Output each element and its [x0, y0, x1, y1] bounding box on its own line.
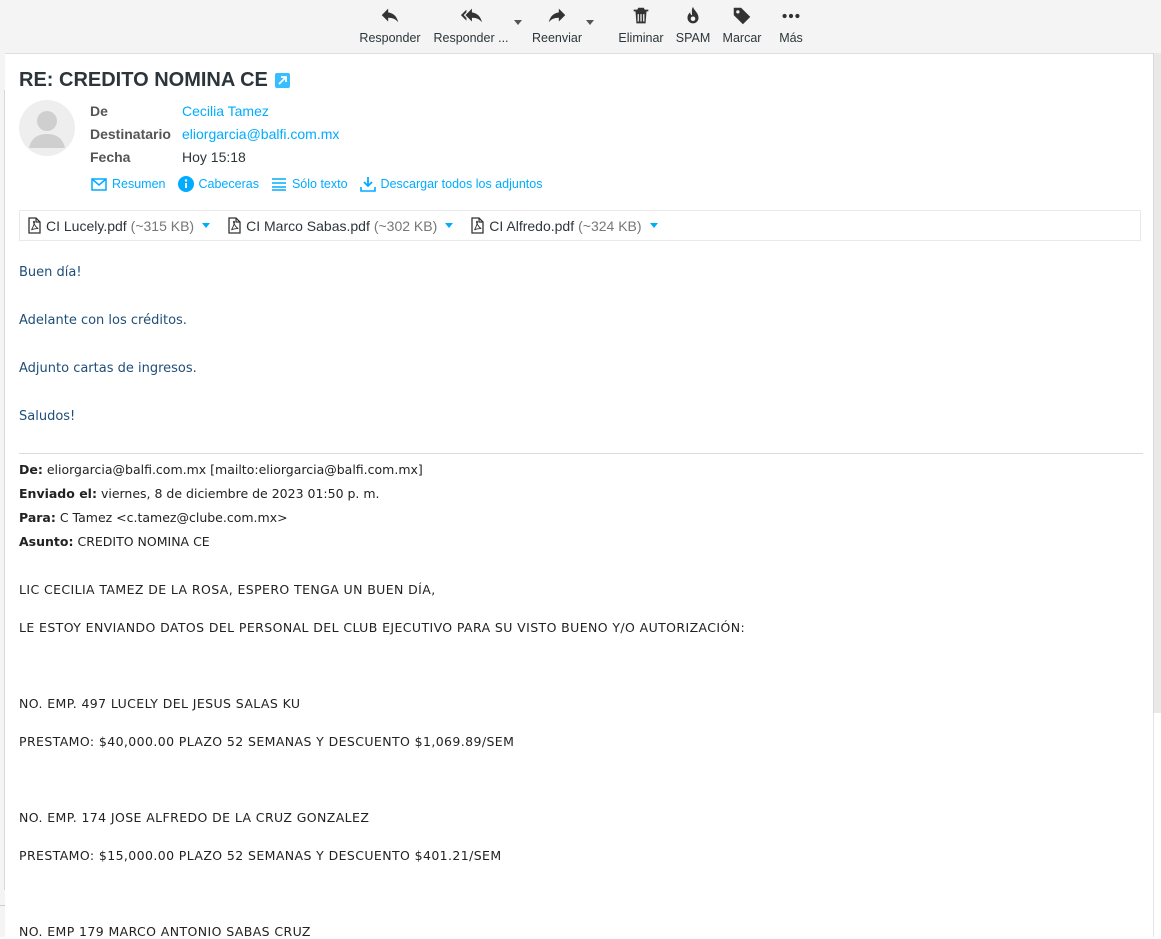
pdf-file-icon: [471, 217, 484, 234]
headers-link[interactable]: Cabeceras: [177, 176, 259, 192]
quoted-from: De: eliorgarcia@balfi.com.mx [mailto:eli…: [19, 462, 423, 477]
quoted-to: Para: C Tamez <c.tamez@clube.com.mx>: [19, 510, 288, 525]
plain-text-label: Sólo texto: [291, 177, 348, 191]
attachments-bar: CI Lucely.pdf (~315 KB) CI Marco Sabas.p…: [19, 210, 1141, 241]
attachment-item[interactable]: CI Alfredo.pdf (~324 KB): [471, 217, 658, 234]
reply-icon: [381, 8, 399, 23]
loan-line: PRESTAMO: $40,000.00 PLAZO 52 SEMANAS Y …: [19, 734, 515, 749]
summary-link[interactable]: Resumen: [91, 177, 166, 191]
trash-icon: [633, 7, 649, 24]
quoted-sent-value: viernes, 8 de diciembre de 2023 01:50 p.…: [100, 486, 380, 501]
quoted-subject-value: CREDITO NOMINA CE: [77, 534, 210, 549]
attachment-name: CI Alfredo.pdf: [489, 217, 575, 234]
to-label: Destinatario: [90, 126, 171, 142]
plain-text-link[interactable]: Sólo texto: [271, 177, 348, 191]
spam-label: SPAM: [675, 31, 711, 45]
loan-line: PRESTAMO: $15,000.00 PLAZO 52 SEMANAS Y …: [19, 848, 502, 863]
pdf-file-icon: [28, 217, 41, 234]
date-value: Hoy 15:18: [182, 149, 246, 165]
body-line: Adelante con los créditos.: [19, 313, 187, 328]
employee-line: NO. EMP. 174 JOSE ALFREDO DE LA CRUZ GON…: [19, 810, 370, 825]
body-greeting: Buen día!: [19, 265, 82, 280]
left-panel-divider: [4, 90, 5, 890]
reply-all-icon: [460, 8, 482, 23]
reply-all-button[interactable]: Responder ...: [430, 0, 512, 53]
attachment-item[interactable]: CI Marco Sabas.pdf (~302 KB): [228, 217, 454, 234]
more-dots-icon: [782, 13, 800, 19]
open-in-new-window-icon[interactable]: [274, 73, 290, 88]
mark-label: Marcar: [722, 31, 762, 45]
from-label: De: [90, 103, 108, 119]
forward-label: Reenviar: [531, 31, 583, 45]
scrollbar-track[interactable]: [1153, 713, 1161, 937]
headers-label: Cabeceras: [198, 177, 259, 191]
delete-button[interactable]: Eliminar: [616, 0, 666, 53]
employee-line: NO. EMP. 497 LUCELY DEL JESUS SALAS KU: [19, 696, 301, 711]
spam-button[interactable]: SPAM: [673, 0, 713, 53]
quote-separator: [19, 453, 1143, 454]
panel-edge-marker: [0, 905, 5, 906]
message-toolbar: Responder Responder ... Reenviar Elimina…: [0, 0, 1161, 54]
quoted-paragraph: LIC CECILIA TAMEZ DE LA ROSA, ESPERO TEN…: [19, 582, 436, 597]
quoted-subject: Asunto: CREDITO NOMINA CE: [19, 534, 210, 549]
attachment-size: (~324 KB): [578, 217, 642, 234]
attachment-menu-caret[interactable]: [202, 223, 211, 228]
quoted-sent-label: Enviado el:: [19, 486, 97, 501]
info-icon: [177, 176, 194, 192]
user-silhouette-icon: [29, 111, 65, 148]
subject-text: RE: CREDITO NOMINA CE: [19, 69, 268, 91]
quoted-from-label: De:: [19, 462, 43, 477]
reply-label: Responder: [359, 31, 421, 45]
envelope-icon: [91, 177, 107, 191]
sender-avatar: [19, 100, 75, 156]
quoted-sent: Enviado el: viernes, 8 de diciembre de 2…: [19, 486, 380, 501]
quoted-to-label: Para:: [19, 510, 56, 525]
body-line: Adjunto cartas de ingresos.: [19, 361, 197, 376]
more-button[interactable]: Más: [774, 0, 808, 53]
more-label: Más: [779, 31, 803, 45]
pdf-file-icon: [228, 217, 241, 234]
to-value-link[interactable]: eliorgarcia@balfi.com.mx: [182, 126, 339, 142]
body-closing: Saludos!: [19, 409, 76, 424]
attachment-name: CI Marco Sabas.pdf: [246, 217, 370, 234]
attachment-name: CI Lucely.pdf: [46, 217, 127, 234]
attachment-size: (~302 KB): [373, 217, 438, 234]
forward-button[interactable]: Reenviar: [530, 0, 584, 53]
tag-icon: [733, 7, 751, 25]
download-all-label: Descargar todos los adjuntos: [380, 177, 543, 191]
summary-label: Resumen: [112, 177, 166, 191]
message-subject: RE: CREDITO NOMINA CE: [19, 69, 290, 92]
delete-label: Eliminar: [618, 31, 664, 45]
quoted-paragraph: LE ESTOY ENVIANDO DATOS DEL PERSONAL DEL…: [19, 620, 746, 635]
attachment-size: (~315 KB): [130, 217, 195, 234]
reply-all-dropdown-caret[interactable]: [514, 20, 522, 25]
mark-button[interactable]: Marcar: [720, 0, 764, 53]
reply-all-label: Responder ...: [433, 31, 509, 45]
from-value-link[interactable]: Cecilia Tamez: [182, 103, 269, 119]
quoted-subject-label: Asunto:: [19, 534, 74, 549]
date-label: Fecha: [90, 149, 131, 165]
download-all-link[interactable]: Descargar todos los adjuntos: [359, 176, 543, 192]
attachment-menu-caret[interactable]: [445, 223, 454, 228]
scrollbar-thumb[interactable]: [1153, 53, 1161, 713]
download-icon: [359, 177, 376, 192]
reply-button[interactable]: Responder: [358, 0, 422, 53]
text-lines-icon: [271, 178, 286, 191]
quoted-to-value: C Tamez <c.tamez@clube.com.mx>: [59, 510, 288, 525]
attachment-menu-caret[interactable]: [649, 223, 658, 228]
header-actions: Resumen Cabeceras Sólo texto Descargar t…: [91, 176, 554, 192]
forward-dropdown-caret[interactable]: [586, 20, 594, 25]
attachment-item[interactable]: CI Lucely.pdf (~315 KB): [28, 217, 211, 234]
quoted-from-value: eliorgarcia@balfi.com.mx [mailto:eliorga…: [46, 462, 423, 477]
forward-icon: [548, 8, 566, 23]
fire-icon: [687, 6, 699, 24]
